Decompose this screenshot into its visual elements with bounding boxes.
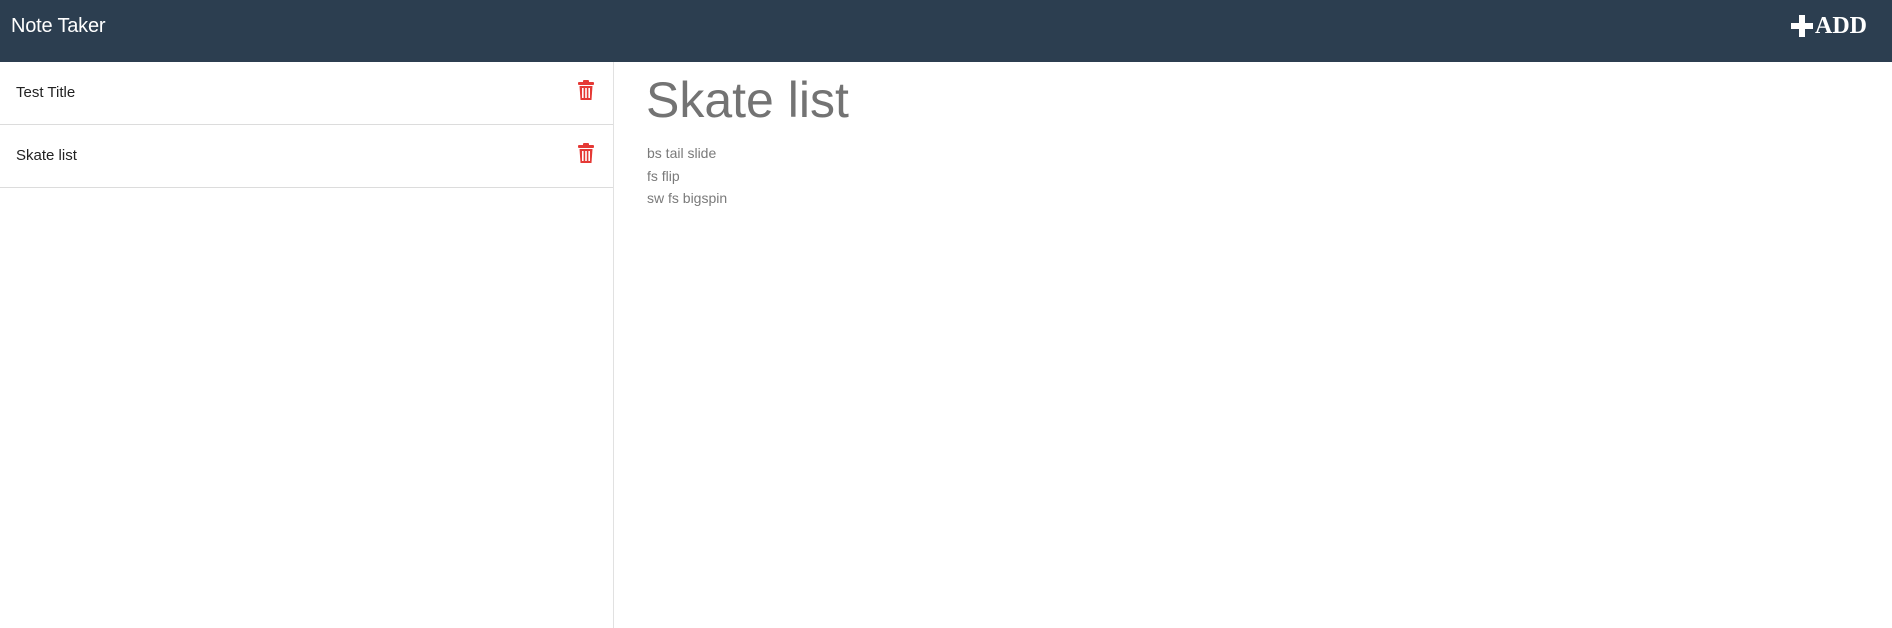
note-list-item[interactable]: Skate list	[0, 125, 613, 188]
note-list-item-title: Test Title	[16, 84, 76, 101]
note-text-line: fs flip	[647, 167, 680, 184]
note-list-item-title: Skate list	[16, 147, 77, 164]
navbar: Note Taker ADD	[0, 0, 1892, 62]
note-detail: Skate list bs tail slide fs flip sw fs b…	[615, 62, 1892, 628]
plus-icon	[1791, 15, 1813, 37]
note-title-field[interactable]: Skate list	[646, 70, 849, 130]
add-note-button[interactable]: ADD	[1791, 12, 1867, 40]
notes-sidebar: Test Title Skate list	[0, 62, 614, 628]
brand-title[interactable]: Note Taker	[11, 14, 106, 38]
note-text-line: bs tail slide	[647, 145, 717, 161]
trash-icon[interactable]	[578, 80, 594, 100]
add-label: ADD	[1815, 13, 1867, 39]
trash-icon[interactable]	[578, 143, 594, 163]
note-text-area[interactable]: bs tail slide fs flip sw fs bigspin	[647, 142, 727, 210]
note-list-item[interactable]: Test Title	[0, 62, 613, 125]
note-text-line: sw fs bigspin	[647, 190, 728, 206]
